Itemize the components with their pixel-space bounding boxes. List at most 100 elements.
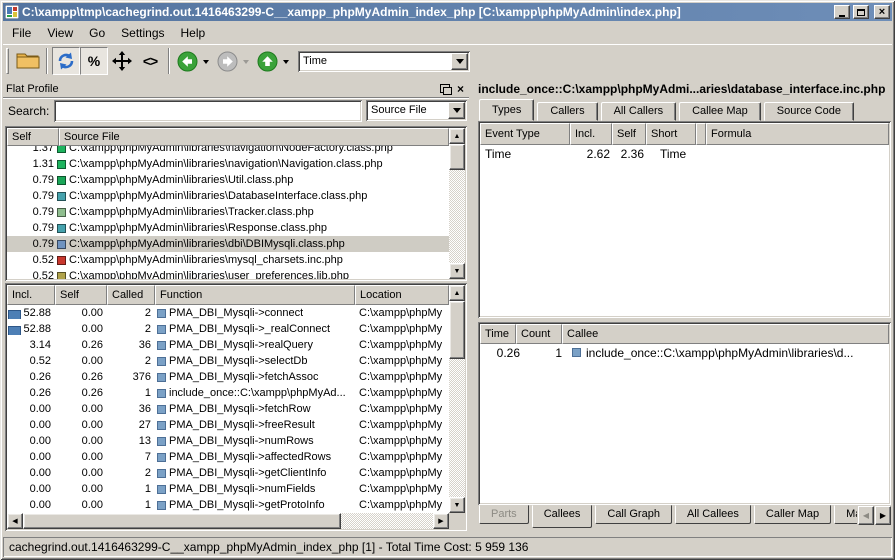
self-cost: 0.00: [55, 403, 107, 415]
scroll-up-icon[interactable]: ▲: [449, 285, 465, 301]
minimize-button[interactable]: [834, 5, 850, 19]
up-button[interactable]: [254, 47, 280, 75]
close-button[interactable]: ×: [874, 5, 890, 19]
tab-callers[interactable]: Callers: [537, 102, 597, 121]
column-header-self[interactable]: Self: [7, 128, 59, 146]
source-file-row[interactable]: 0.52C:\xampp\phpMyAdmin\libraries\mysql_…: [7, 252, 449, 268]
dock-close-icon[interactable]: ×: [457, 84, 464, 94]
source-file-row[interactable]: 1.31C:\xampp\phpMyAdmin\libraries\naviga…: [7, 156, 449, 172]
function-row[interactable]: 0.260.26376PMA_DBI_Mysqli->fetchAssocC:\…: [7, 369, 449, 385]
function-row[interactable]: 52.880.002PMA_DBI_Mysqli->_realConnectC:…: [7, 321, 449, 337]
up-dropdown-caret[interactable]: [283, 60, 289, 67]
function-row[interactable]: 0.000.001PMA_DBI_Mysqli->numFieldsC:\xam…: [7, 481, 449, 497]
column-header-self[interactable]: Self: [612, 123, 646, 145]
column-header-called[interactable]: Called: [107, 285, 155, 305]
tab-callee-map[interactable]: Callee Map: [679, 102, 761, 121]
shorten-templates-button[interactable]: <>: [136, 47, 164, 75]
source-file-row[interactable]: 0.79C:\xampp\phpMyAdmin\libraries\Tracke…: [7, 204, 449, 220]
incl-cost: 0.00: [7, 483, 55, 495]
column-header-formula[interactable]: Formula: [706, 123, 889, 145]
function-row[interactable]: 0.000.0027PMA_DBI_Mysqli->freeResultC:\x…: [7, 417, 449, 433]
column-header-count[interactable]: Count: [516, 324, 562, 344]
dock-titlebar[interactable]: Flat Profile ×: [6, 81, 466, 96]
event-type-row[interactable]: Time2.622.36Time: [480, 145, 889, 162]
tab-scroll-right-icon[interactable]: ▶: [875, 506, 891, 525]
column-header-source-file[interactable]: Source File: [59, 128, 449, 146]
horizontal-scrollbar[interactable]: ◀ ▶: [7, 513, 449, 529]
relative-percent-button[interactable]: %: [80, 47, 108, 75]
function-row[interactable]: 0.000.0036PMA_DBI_Mysqli->fetchRowC:\xam…: [7, 401, 449, 417]
event-type-combobox[interactable]: Time: [298, 51, 470, 72]
scrollbar-thumb[interactable]: [449, 301, 465, 359]
maximize-button[interactable]: [853, 5, 869, 19]
tab-types[interactable]: Types: [479, 99, 534, 121]
function-row[interactable]: 3.140.2636PMA_DBI_Mysqli->realQueryC:\xa…: [7, 337, 449, 353]
combo-arrow-button[interactable]: [448, 102, 465, 119]
scroll-up-icon[interactable]: ▲: [449, 128, 465, 144]
tab-scroll-left-icon[interactable]: ◀: [858, 506, 874, 525]
scroll-right-icon[interactable]: ▶: [433, 513, 449, 529]
function-row[interactable]: 0.520.002PMA_DBI_Mysqli->selectDbC:\xamp…: [7, 353, 449, 369]
column-header-callee[interactable]: Callee: [562, 324, 889, 344]
source-file-header: Self Source File: [7, 128, 449, 146]
function-row[interactable]: 0.000.001PMA_DBI_Mysqli->getProtoInfoC:\…: [7, 497, 449, 513]
column-header-location[interactable]: Location: [355, 285, 449, 305]
column-header-short[interactable]: Short: [646, 123, 696, 145]
scrollbar-thumb[interactable]: [449, 144, 465, 170]
tab-source-code[interactable]: Source Code: [764, 102, 854, 121]
column-header-incl[interactable]: Incl.: [570, 123, 612, 145]
scroll-left-icon[interactable]: ◀: [7, 513, 23, 529]
group-by-combobox[interactable]: Source File: [366, 100, 467, 121]
folder-icon: [16, 51, 40, 71]
column-header-event-type[interactable]: Event Type: [480, 123, 570, 145]
source-file-row[interactable]: 0.79C:\xampp\phpMyAdmin\libraries\Util.c…: [7, 172, 449, 188]
forward-dropdown-caret[interactable]: [243, 60, 249, 67]
tab-caller-map[interactable]: Caller Map: [754, 505, 831, 524]
column-header-function[interactable]: Function: [155, 285, 355, 305]
menu-settings[interactable]: Settings: [113, 23, 172, 43]
search-input[interactable]: [54, 100, 362, 122]
back-button[interactable]: [174, 47, 200, 75]
menu-view[interactable]: View: [39, 23, 81, 43]
relative-to-parent-button[interactable]: [108, 47, 136, 75]
incl-cost: 0.00: [7, 467, 55, 479]
vertical-scrollbar[interactable]: ▲ ▼: [449, 128, 465, 279]
function-location: C:\xampp\phpMy: [355, 483, 449, 495]
function-icon: [157, 357, 166, 366]
column-header-self[interactable]: Self: [55, 285, 107, 305]
vertical-scrollbar[interactable]: ▲ ▼: [449, 285, 465, 513]
menu-go[interactable]: Go: [81, 23, 113, 43]
scrollbar-thumb[interactable]: [23, 513, 341, 529]
source-file-row[interactable]: 0.52C:\xampp\phpMyAdmin\libraries\user_p…: [7, 268, 449, 279]
column-header-time[interactable]: Time: [480, 324, 516, 344]
back-dropdown-caret[interactable]: [203, 60, 209, 67]
source-file-row[interactable]: 0.79C:\xampp\phpMyAdmin\libraries\Databa…: [7, 188, 449, 204]
cycle-detection-button[interactable]: [52, 47, 80, 75]
callee-name: include_once::C:\xampp\phpMyAdmin\librar…: [566, 346, 889, 360]
function-row[interactable]: 0.260.261include_once::C:\xampp\phpMyAd.…: [7, 385, 449, 401]
toolbar-handle[interactable]: [6, 48, 9, 74]
function-row[interactable]: 0.000.0013PMA_DBI_Mysqli->numRowsC:\xamp…: [7, 433, 449, 449]
open-file-button[interactable]: [14, 47, 42, 75]
tab-all-callees[interactable]: All Callees: [675, 505, 751, 524]
tab-all-callers[interactable]: All Callers: [601, 102, 677, 121]
scroll-down-icon[interactable]: ▼: [449, 263, 465, 279]
dock-float-icon[interactable]: [440, 84, 450, 93]
forward-button[interactable]: [214, 47, 240, 75]
function-row[interactable]: 0.000.002PMA_DBI_Mysqli->getClientInfoC:…: [7, 465, 449, 481]
tab-call-graph[interactable]: Call Graph: [595, 505, 672, 524]
tab-callees[interactable]: Callees: [532, 505, 593, 528]
column-header-incl[interactable]: Incl.: [7, 285, 55, 305]
titlebar[interactable]: C:\xampp\tmp\cachegrind.out.1416463299-C…: [3, 3, 892, 21]
function-row[interactable]: 0.000.007PMA_DBI_Mysqli->affectedRowsC:\…: [7, 449, 449, 465]
callee-row[interactable]: 0.261include_once::C:\xampp\phpMyAdmin\l…: [480, 344, 889, 361]
scroll-down-icon[interactable]: ▼: [449, 497, 465, 513]
combo-arrow-button[interactable]: [451, 53, 468, 70]
menu-help[interactable]: Help: [173, 23, 214, 43]
menu-file[interactable]: File: [4, 23, 39, 43]
source-file-row[interactable]: 0.79C:\xampp\phpMyAdmin\libraries\Respon…: [7, 220, 449, 236]
source-file-row[interactable]: 1.37C:\xampp\phpMyAdmin\libraries\naviga…: [7, 146, 449, 156]
source-file-row[interactable]: 0.79C:\xampp\phpMyAdmin\libraries\dbi\DB…: [7, 236, 449, 252]
function-row[interactable]: 52.880.002PMA_DBI_Mysqli->connectC:\xamp…: [7, 305, 449, 321]
tab-machine[interactable]: Machine: [834, 505, 857, 524]
